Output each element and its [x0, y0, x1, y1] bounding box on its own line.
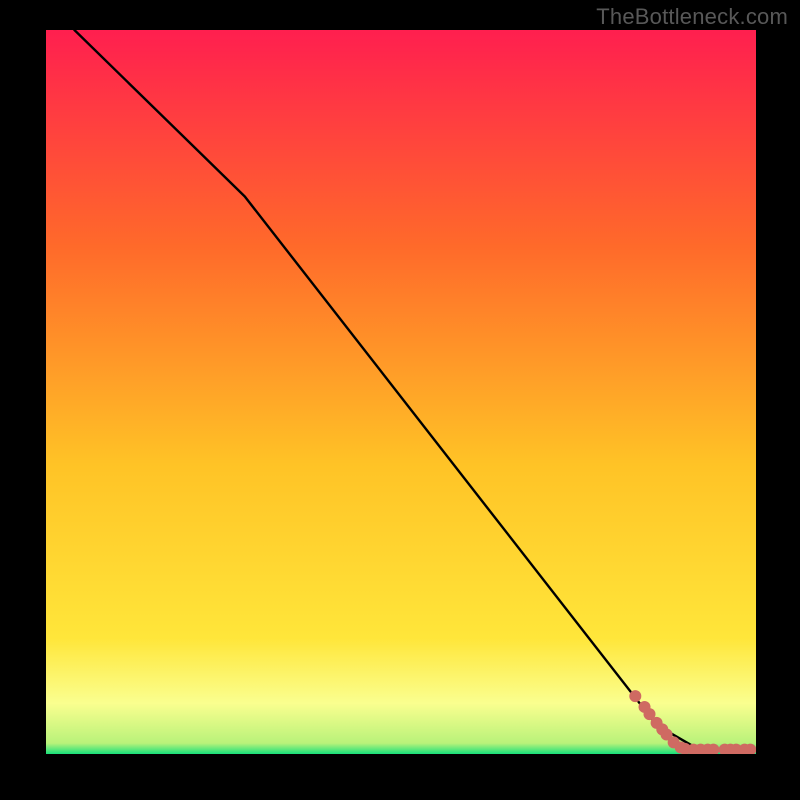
data-point: [629, 690, 641, 702]
chart-svg: [46, 30, 756, 754]
gradient-background: [46, 30, 756, 754]
plot-area: [46, 30, 756, 754]
watermark-text: TheBottleneck.com: [596, 4, 788, 30]
chart-frame: TheBottleneck.com: [0, 0, 800, 800]
